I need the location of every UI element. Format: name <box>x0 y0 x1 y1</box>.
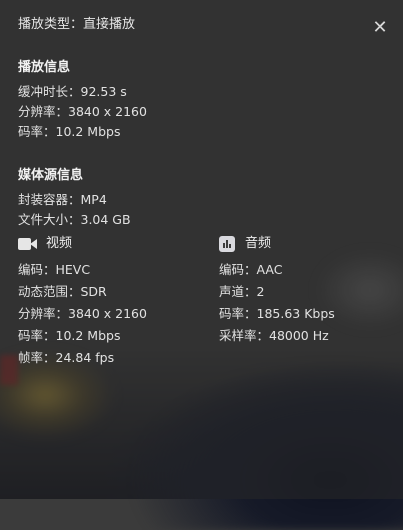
media-source-title: 媒体源信息 <box>18 168 84 183</box>
video-frame-rate: 帧率：24.84 fps <box>18 350 115 365</box>
audio-heading-label: 音频 <box>245 236 272 251</box>
video-codec: 编码：HEVC <box>18 262 91 277</box>
playback-type-label: 播放类型：直接播放 <box>18 17 136 32</box>
close-button[interactable]: ✕ <box>369 17 391 39</box>
close-icon: ✕ <box>372 17 388 38</box>
audio-stream-heading: 音频 <box>219 235 271 253</box>
audio-channels: 声道：2 <box>219 284 265 299</box>
playback-bitrate: 码率：10.2 Mbps <box>18 124 121 139</box>
audio-sample-rate: 采样率：48000 Hz <box>219 328 329 343</box>
video-heading-label: 视频 <box>46 236 73 251</box>
playback-info-panel: 播放类型：直接播放 ✕ 播放信息 缓冲时长：92.53 s 分辨率：3840 x… <box>0 0 403 499</box>
video-camera-icon <box>18 237 38 251</box>
buffer-duration: 缓冲时长：92.53 s <box>18 84 127 99</box>
video-dynamic-range: 动态范围：SDR <box>18 284 107 299</box>
container-format: 封装容器：MP4 <box>18 192 107 207</box>
video-bitrate: 码率：10.2 Mbps <box>18 328 121 343</box>
playback-info-title: 播放信息 <box>18 60 71 75</box>
audio-bitrate: 码率：185.63 Kbps <box>219 306 335 321</box>
playback-resolution: 分辨率：3840 x 2160 <box>18 104 147 119</box>
audio-waveform-icon <box>219 236 235 252</box>
video-stream-heading: 视频 <box>18 235 72 253</box>
video-resolution: 分辨率：3840 x 2160 <box>18 306 147 321</box>
file-size: 文件大小：3.04 GB <box>18 212 131 227</box>
audio-codec: 编码：AAC <box>219 262 283 277</box>
